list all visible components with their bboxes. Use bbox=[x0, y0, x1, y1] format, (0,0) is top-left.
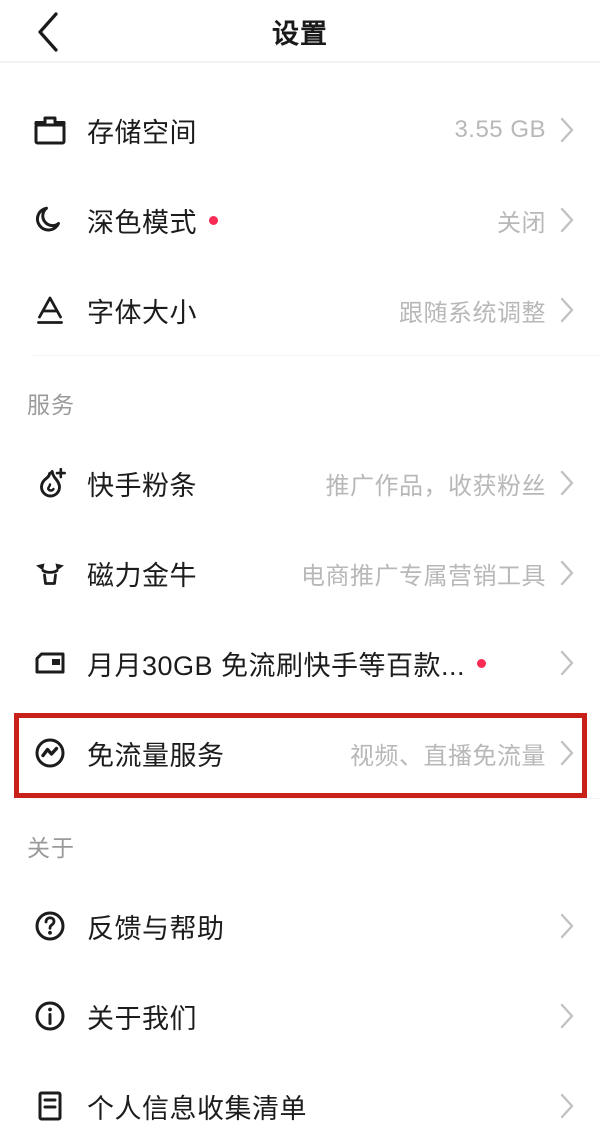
chevron-right-icon bbox=[556, 1002, 578, 1030]
new-badge-dot bbox=[209, 215, 218, 225]
settings-row-about-us[interactable]: 关于我们 bbox=[0, 971, 600, 1061]
app-header: 设置 bbox=[0, 0, 600, 62]
settings-row-label: 个人信息收集清单 bbox=[87, 1093, 307, 1124]
settings-row-value: 关闭 bbox=[497, 209, 546, 237]
settings-row-value: 3.55 GB bbox=[454, 116, 546, 143]
settings-row-value: 视频、直播免流量 bbox=[350, 742, 546, 770]
settings-row-personal-info-list[interactable]: 个人信息收集清单 bbox=[0, 1061, 600, 1130]
settings-row-value: 跟随系统调整 bbox=[399, 299, 546, 327]
settings-row-label: 关于我们 bbox=[87, 1003, 197, 1034]
circle-wave-icon bbox=[27, 730, 73, 776]
chevron-right-icon bbox=[556, 116, 578, 144]
settings-row-kuaishou-fentiao[interactable]: 快手粉条 推广作品，收获粉丝 bbox=[0, 438, 600, 528]
chevron-right-icon bbox=[556, 559, 578, 587]
settings-row-cili-jinniu[interactable]: 磁力金牛 电商推广专属营销工具 bbox=[0, 528, 600, 618]
bull-head-icon bbox=[27, 550, 73, 596]
settings-row-storage[interactable]: 存储空间 3.55 GB bbox=[0, 85, 600, 175]
flame-plus-icon bbox=[27, 460, 73, 506]
settings-row-label: 反馈与帮助 bbox=[87, 913, 225, 944]
settings-row-label: 字体大小 bbox=[87, 297, 197, 328]
settings-row-value: 电商推广专属营销工具 bbox=[301, 562, 546, 590]
chevron-right-icon bbox=[556, 296, 578, 324]
settings-row-label: 免流量服务 bbox=[87, 740, 225, 771]
page-title: 设置 bbox=[272, 19, 328, 49]
settings-row-dark-mode[interactable]: 深色模式 关闭 bbox=[0, 175, 600, 265]
sim-card-icon bbox=[27, 640, 73, 686]
section-header-services: 服务 bbox=[27, 392, 75, 418]
chevron-right-icon bbox=[556, 912, 578, 940]
settings-row-value: 推广作品，收获粉丝 bbox=[325, 472, 546, 500]
settings-row-label: 快手粉条 bbox=[87, 470, 197, 501]
document-list-icon bbox=[27, 1083, 73, 1129]
storage-box-icon bbox=[27, 107, 73, 153]
settings-row-label: 存储空间 bbox=[87, 117, 197, 148]
chevron-right-icon bbox=[556, 1092, 578, 1120]
moon-icon bbox=[27, 197, 73, 243]
chevron-right-icon bbox=[556, 649, 578, 677]
new-badge-dot bbox=[477, 658, 487, 668]
info-circle-icon bbox=[27, 993, 73, 1039]
settings-row-data-plan[interactable]: 月月30GB 免流刷快手等百款... bbox=[0, 618, 600, 708]
settings-screen: 设置 存储空间 3.55 GB 深色模式 关闭 字体大小 跟随系统调整 服务 快… bbox=[0, 0, 600, 1130]
section-header-about: 关于 bbox=[27, 835, 75, 861]
chevron-right-icon bbox=[556, 739, 578, 767]
question-circle-icon bbox=[27, 903, 73, 949]
section-gap-top bbox=[0, 63, 600, 85]
settings-row-feedback-help[interactable]: 反馈与帮助 bbox=[0, 881, 600, 971]
settings-row-label: 磁力金牛 bbox=[87, 560, 197, 591]
chevron-right-icon bbox=[556, 206, 578, 234]
settings-row-free-data-service[interactable]: 免流量服务 视频、直播免流量 bbox=[0, 708, 600, 798]
font-size-icon bbox=[27, 287, 73, 333]
settings-list: 存储空间 3.55 GB 深色模式 关闭 字体大小 跟随系统调整 服务 快手粉条… bbox=[0, 63, 600, 1130]
settings-row-label: 深色模式 bbox=[87, 207, 197, 238]
settings-row-label: 月月30GB 免流刷快手等百款... bbox=[87, 650, 466, 681]
settings-row-font-size[interactable]: 字体大小 跟随系统调整 bbox=[0, 265, 600, 355]
chevron-right-icon bbox=[556, 469, 578, 497]
